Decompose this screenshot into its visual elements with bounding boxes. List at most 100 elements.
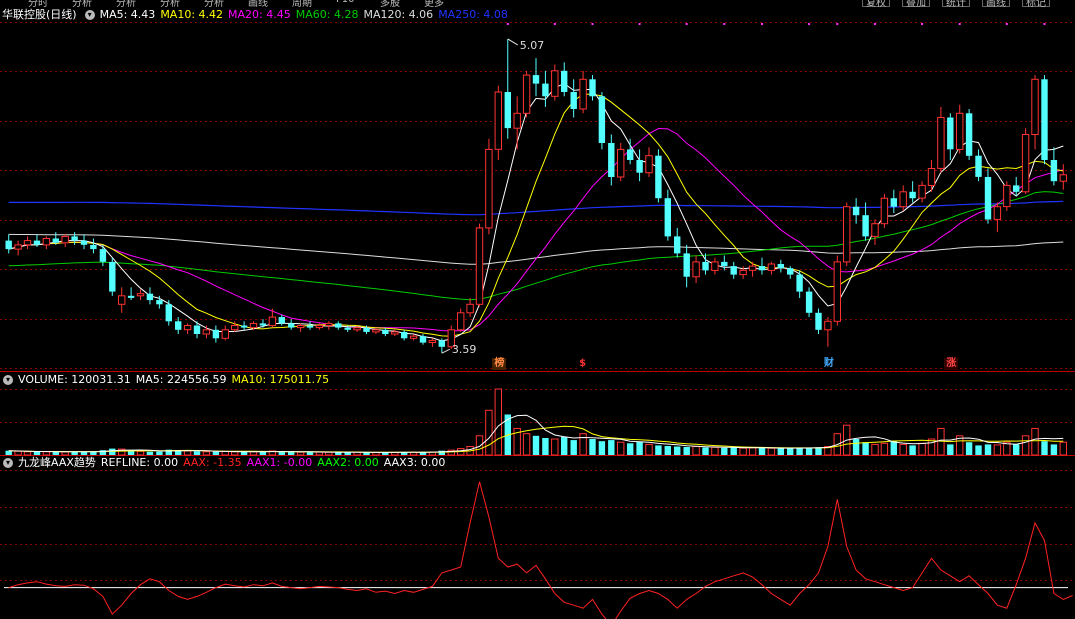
candle-body bbox=[645, 155, 653, 174]
candle-body bbox=[419, 336, 427, 343]
candle-body bbox=[259, 323, 267, 326]
candle-body bbox=[240, 325, 248, 328]
event-tag[interactable]: $ bbox=[577, 358, 589, 370]
volume-bar bbox=[748, 447, 757, 456]
candle-body bbox=[1041, 79, 1048, 160]
candle-body bbox=[833, 261, 841, 322]
volume-bar bbox=[674, 446, 681, 455]
event-tag[interactable]: 涨 bbox=[944, 358, 959, 370]
event-tag[interactable]: 榜 bbox=[492, 358, 507, 370]
candle-body bbox=[927, 168, 936, 186]
candle-body bbox=[815, 312, 822, 330]
volume-bar bbox=[636, 441, 643, 455]
candle-body bbox=[175, 321, 182, 330]
volume-bar bbox=[993, 444, 1002, 456]
min-price-pointer bbox=[441, 348, 451, 354]
candle-body bbox=[288, 323, 295, 328]
candle-body bbox=[899, 191, 907, 208]
candle-body bbox=[598, 96, 606, 143]
ma20-line bbox=[8, 127, 1064, 332]
volume-bar bbox=[975, 445, 982, 455]
candle-body bbox=[730, 266, 737, 275]
max-price-label: 5.07 bbox=[520, 39, 545, 52]
volume-bar bbox=[532, 435, 540, 455]
candle-body bbox=[409, 335, 418, 339]
ma5-line bbox=[8, 83, 1064, 342]
volume-bar bbox=[796, 447, 803, 455]
volume-bar bbox=[918, 442, 926, 456]
candle-body bbox=[90, 244, 97, 250]
volume-bar bbox=[608, 440, 615, 455]
volume-bar bbox=[909, 445, 916, 455]
candle-body bbox=[504, 92, 511, 129]
candle-body bbox=[485, 148, 493, 229]
candle-body bbox=[146, 293, 154, 301]
candle-body bbox=[843, 206, 851, 263]
volume-bar bbox=[315, 451, 324, 456]
volume-bar bbox=[852, 439, 860, 455]
candle-body bbox=[1003, 184, 1011, 208]
volume-bar bbox=[494, 388, 503, 456]
event-dot bbox=[1005, 23, 1008, 25]
volume-bar bbox=[551, 438, 559, 456]
candle-body bbox=[118, 295, 126, 305]
candle-body bbox=[636, 160, 643, 173]
event-dot bbox=[638, 23, 641, 25]
volume-bar bbox=[42, 451, 51, 456]
candle-body bbox=[306, 325, 314, 328]
volume-bar bbox=[306, 452, 314, 455]
candle-body bbox=[278, 317, 285, 324]
ma120-line bbox=[8, 233, 1064, 265]
candle-body bbox=[109, 261, 116, 292]
candle-body bbox=[748, 265, 757, 271]
candle-body bbox=[1021, 134, 1030, 193]
volume-bar bbox=[787, 448, 794, 455]
event-dot bbox=[723, 23, 726, 25]
min-price-label: 3.59 bbox=[452, 343, 477, 356]
event-tag[interactable]: 财 bbox=[821, 358, 836, 370]
candle-body bbox=[1013, 185, 1020, 192]
stock-chart-canvas[interactable]: 5.07 3.59 bbox=[0, 0, 1075, 619]
candle-body bbox=[61, 235, 69, 244]
candle-body bbox=[862, 215, 869, 237]
candle-body bbox=[655, 155, 662, 199]
volume-bar bbox=[296, 451, 305, 456]
candle-body bbox=[193, 325, 201, 334]
volume-bar bbox=[570, 440, 577, 455]
candle-body bbox=[1031, 78, 1039, 136]
event-dot bbox=[808, 23, 811, 25]
volume-bar bbox=[1021, 435, 1030, 456]
candle-body bbox=[165, 304, 172, 322]
volume-bar bbox=[1041, 441, 1048, 455]
event-dot bbox=[506, 23, 509, 25]
event-dot bbox=[553, 23, 556, 25]
event-dot bbox=[760, 23, 763, 25]
candle-body bbox=[532, 75, 540, 84]
volume-bar bbox=[485, 409, 493, 456]
candle-body bbox=[372, 329, 380, 333]
candle-body bbox=[522, 74, 531, 114]
volume-bar bbox=[871, 443, 879, 456]
volume-bar bbox=[815, 447, 822, 455]
candle-body bbox=[325, 322, 333, 326]
candle-body bbox=[428, 339, 437, 343]
candle-body bbox=[33, 240, 41, 245]
candle-body bbox=[937, 117, 945, 169]
volume-bar bbox=[156, 451, 163, 455]
volume-bar bbox=[758, 448, 766, 455]
candle-body bbox=[344, 327, 351, 330]
volume-bar bbox=[288, 452, 295, 455]
candle-body bbox=[702, 261, 709, 271]
volume-bar bbox=[947, 444, 954, 455]
candle-body bbox=[796, 274, 803, 292]
aax-line bbox=[8, 481, 1073, 619]
candle-body bbox=[457, 312, 465, 331]
volume-bar bbox=[33, 452, 41, 455]
volume-bar bbox=[561, 436, 568, 455]
candle-body bbox=[947, 117, 954, 150]
volume-bar bbox=[589, 439, 596, 455]
candle-body bbox=[589, 79, 596, 97]
candle-body bbox=[918, 184, 926, 199]
volume-bar bbox=[146, 451, 154, 455]
candle-body bbox=[296, 325, 305, 329]
